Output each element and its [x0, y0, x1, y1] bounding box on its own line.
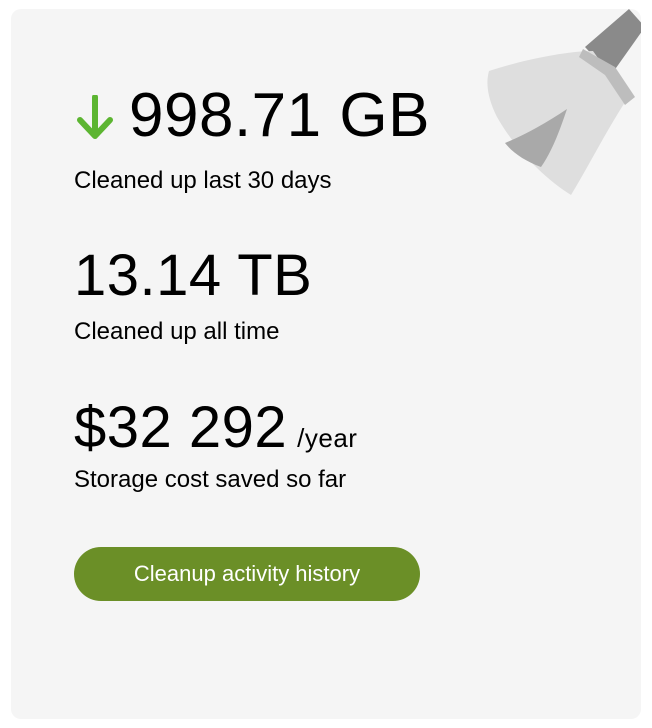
all-time-label: Cleaned up all time	[74, 318, 280, 345]
arrow-down-icon	[77, 95, 113, 139]
cleanup-summary-card: 998.71 GB Cleaned up last 30 days 13.14 …	[11, 9, 641, 719]
broom-icon	[487, 9, 641, 195]
cost-saved-value: $32 292	[74, 395, 288, 460]
last-30-days-label: Cleaned up last 30 days	[74, 167, 332, 194]
cost-saved-label: Storage cost saved so far	[74, 466, 347, 493]
all-time-value: 13.14 TB	[74, 243, 313, 308]
cost-saved-row: $32 292/year	[74, 399, 357, 457]
cost-saved-unit: /year	[297, 423, 358, 453]
cleanup-activity-history-button[interactable]: Cleanup activity history	[74, 547, 420, 601]
last-30-days-value: 998.71 GB	[129, 81, 430, 150]
